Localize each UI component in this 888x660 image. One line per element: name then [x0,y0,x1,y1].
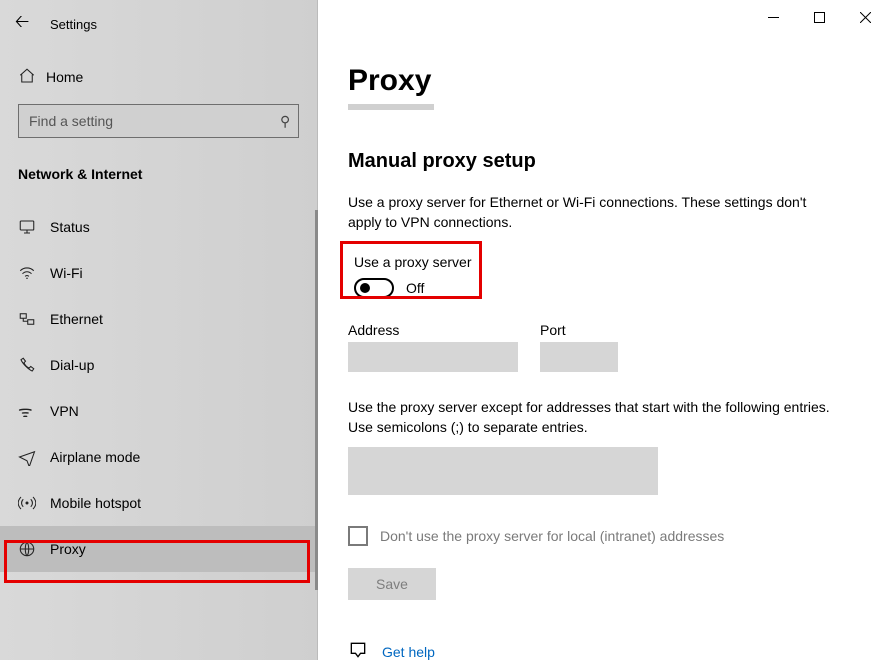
port-label: Port [540,322,618,338]
sidebar-item-dialup[interactable]: Dial-up [0,342,317,388]
annotation-highlight-proxy [4,540,310,583]
dialup-icon [18,356,50,374]
back-button[interactable]: 🡠 [0,6,44,42]
search-box[interactable]: ⚲ [18,104,299,138]
maximize-button[interactable] [796,2,842,32]
sidebar-item-home[interactable]: Home [0,60,317,94]
hotspot-icon [18,494,50,512]
get-help-link[interactable]: Get help [382,644,435,660]
section-description: Use a proxy server for Ethernet or Wi-Fi… [348,193,818,232]
sidebar-item-label: Status [50,219,90,235]
sidebar-item-label: VPN [50,403,79,419]
chat-icon [348,640,368,660]
sidebar-item-airplane[interactable]: Airplane mode [0,434,317,480]
search-input[interactable] [27,112,280,130]
sidebar-item-label: Airplane mode [50,449,140,465]
minimize-button[interactable] [750,2,796,32]
home-icon [18,67,46,88]
close-button[interactable] [842,2,888,32]
save-button-label: Save [376,576,408,592]
sidebar-item-status[interactable]: Status [0,204,317,250]
entries-textarea[interactable] [348,447,658,495]
save-button[interactable]: Save [348,568,436,600]
arrow-left-icon: 🡠 [15,9,30,39]
title-underline [348,104,434,110]
sidebar-item-wifi[interactable]: Wi-Fi [0,250,317,296]
entries-help-text: Use the proxy server except for addresse… [348,398,858,437]
local-checkbox-row[interactable]: Don't use the proxy server for local (in… [348,526,858,546]
annotation-highlight-toggle [340,241,482,299]
address-input[interactable] [348,342,518,372]
sidebar-item-label: Mobile hotspot [50,495,141,511]
wifi-icon [18,264,50,282]
port-field-group: Port [540,322,618,372]
section-heading: Manual proxy setup [348,150,858,173]
sidebar-item-vpn[interactable]: ᯤ VPN [0,388,317,434]
search-icon: ⚲ [280,113,290,130]
monitor-icon [18,218,50,236]
sidebar-item-label: Wi-Fi [50,265,83,281]
sidebar-item-ethernet[interactable]: Ethernet [0,296,317,342]
category-heading: Network & Internet [18,166,317,182]
address-label: Address [348,322,518,338]
local-checkbox-label: Don't use the proxy server for local (in… [380,528,724,544]
content-pane: Proxy Manual proxy setup Use a proxy ser… [318,0,888,660]
sidebar-item-hotspot[interactable]: Mobile hotspot [0,480,317,526]
home-label: Home [46,69,83,85]
port-input[interactable] [540,342,618,372]
page-title: Proxy [348,64,858,98]
sidebar-item-label: Dial-up [50,357,94,373]
app-title: Settings [50,17,97,32]
ethernet-icon [18,310,50,328]
sidebar-item-label: Ethernet [50,311,103,327]
airplane-icon [18,448,50,466]
checkbox-icon [348,526,368,546]
window-controls [750,2,888,32]
address-field-group: Address [348,322,518,372]
vpn-icon: ᯤ [18,400,50,422]
